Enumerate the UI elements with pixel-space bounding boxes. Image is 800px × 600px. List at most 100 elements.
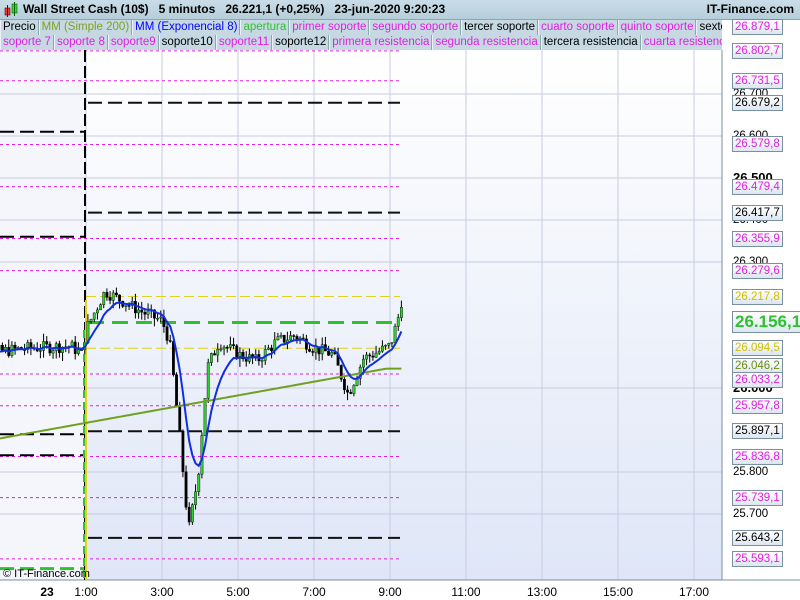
candle-body <box>0 345 4 351</box>
level-label: 25.739,1 <box>732 489 783 506</box>
legend-item[interactable]: primer soporte <box>289 20 370 35</box>
candle-body <box>311 351 315 353</box>
candle-body <box>16 347 20 349</box>
current-price-label: 26.156,1 <box>732 311 800 334</box>
candle-body <box>390 342 394 344</box>
legend-item[interactable]: soporte 8 <box>53 35 108 50</box>
candle-body <box>368 354 372 357</box>
candle-body <box>396 317 400 327</box>
candle-body <box>270 347 273 351</box>
level-label: 26.479,4 <box>732 178 783 195</box>
title-bar: Wall Street Cash (10$) 5 minutos 26.221,… <box>0 0 800 20</box>
candle-body <box>92 312 96 320</box>
candle-body <box>42 341 45 351</box>
chart-title: Wall Street Cash (10$) 5 minutos 26.221,… <box>23 2 446 16</box>
candle-body <box>381 345 384 352</box>
candle-body <box>175 374 178 407</box>
level-label: 25.897,1 <box>732 423 783 440</box>
candle-body <box>228 344 232 348</box>
level-label: 26.279,6 <box>732 262 783 279</box>
legend-item[interactable]: tercer soporte <box>461 20 539 35</box>
legend-item[interactable]: segundo soporte <box>369 20 462 35</box>
candle-body <box>168 340 172 342</box>
time-tick: 23 <box>40 585 54 599</box>
legend-item[interactable]: primera resistencia <box>329 35 433 50</box>
time-tick: 15:00 <box>602 585 634 599</box>
legend-item[interactable]: Precio <box>0 20 39 35</box>
candle-body <box>387 343 391 346</box>
level-label: 26.355,9 <box>732 230 783 247</box>
legend-item[interactable]: soporte10 <box>158 35 216 50</box>
time-tick: 9:00 <box>378 585 402 599</box>
level-label: 26.217,8 <box>732 288 783 305</box>
legend-item[interactable]: sexto soporte <box>696 20 722 35</box>
time-tick: 11:00 <box>451 585 481 599</box>
candle-body <box>203 398 207 436</box>
candle-body <box>295 336 299 340</box>
candle-body <box>143 312 147 315</box>
candle-body <box>232 344 235 347</box>
candle-body <box>76 349 80 354</box>
candle-body <box>346 389 349 393</box>
candlestick-logo-icon <box>4 2 18 17</box>
candle-body <box>279 335 283 337</box>
price-chart[interactable] <box>0 0 800 600</box>
candle-body <box>362 358 365 368</box>
candle-body <box>343 379 346 391</box>
candle-body <box>124 305 128 307</box>
candle-body <box>133 301 137 314</box>
candle-body <box>45 341 49 345</box>
legend-row-2: soporte 7 soporte 8 soporte9 soporte10 sopor… <box>0 35 722 50</box>
time-tick: 5:00 <box>226 585 250 599</box>
legend-item[interactable]: MM (Simple 200) <box>38 20 133 35</box>
candle-body <box>108 297 112 301</box>
level-label: 26.802,7 <box>732 42 783 59</box>
legend-item[interactable]: soporte 7 <box>0 35 54 50</box>
candle-body <box>260 360 264 362</box>
time-tick: 13:00 <box>526 585 558 599</box>
time-tick: 3:00 <box>150 585 174 599</box>
candle-body <box>114 292 118 296</box>
level-label: 26.731,5 <box>732 72 783 89</box>
level-label: 25.593,1 <box>732 550 783 567</box>
candle-body <box>190 504 194 523</box>
candle-body <box>89 318 93 322</box>
time-tick: 7:00 <box>302 585 326 599</box>
candle-body <box>127 305 131 307</box>
candle-body <box>267 347 270 350</box>
legend-item[interactable]: MM (Exponencial 8) <box>132 20 241 35</box>
candle-body <box>80 349 83 351</box>
candle-body <box>384 345 387 347</box>
candle-body <box>146 310 150 315</box>
candle-body <box>374 352 378 358</box>
candle-body <box>194 491 197 505</box>
candle-body <box>282 335 286 343</box>
legend-item[interactable]: soporte11 <box>215 35 273 50</box>
legend-item[interactable]: apertura <box>240 20 290 35</box>
candle-body <box>171 341 175 376</box>
legend-item[interactable]: segunda resistencia <box>432 35 541 50</box>
candle-body <box>219 348 223 351</box>
candle-body <box>51 350 55 354</box>
legend-item[interactable]: cuarto soporte <box>538 20 618 35</box>
legend-item[interactable]: quinto soporte <box>617 20 697 35</box>
level-label: 25.643,2 <box>732 529 783 546</box>
candle-body <box>276 336 280 341</box>
session-background <box>86 50 722 580</box>
candle-body <box>140 309 144 313</box>
price-tick: 25.700 <box>733 508 769 520</box>
legend-item[interactable]: cuarta resistencia <box>640 35 722 50</box>
time-tick: 17:00 <box>678 585 710 599</box>
legend-item[interactable]: tercera resistencia <box>540 35 641 50</box>
candle-body <box>165 326 169 341</box>
candle-body <box>244 358 248 362</box>
candle-body <box>222 346 226 350</box>
candle-body <box>118 294 121 302</box>
legend-item[interactable]: soporte9 <box>107 35 159 50</box>
level-label: 26.879,1 <box>732 18 783 35</box>
price-tick: 25.800 <box>733 466 769 478</box>
level-label: 25.836,8 <box>732 448 783 465</box>
level-label: 25.957,8 <box>732 397 783 414</box>
legend-item[interactable]: soporte12 <box>272 35 330 50</box>
candle-body <box>206 362 210 399</box>
